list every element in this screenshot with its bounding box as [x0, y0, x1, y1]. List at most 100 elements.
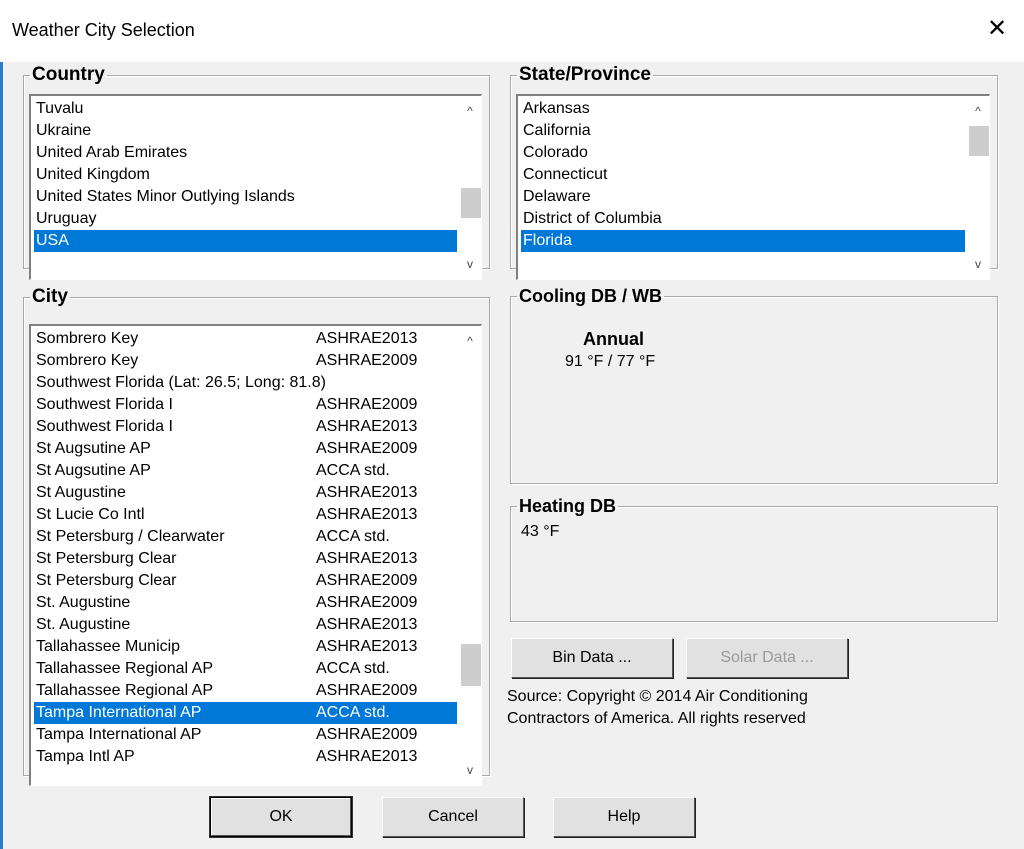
cooling-annual-heading: Annual — [583, 329, 644, 349]
city-name: St Petersburg / Clearwater — [36, 528, 225, 545]
state-scrollbar[interactable]: ^ v — [967, 96, 989, 279]
city-list-item[interactable]: Sombrero Key ASHRAE2013 — [34, 328, 457, 350]
window-edge — [0, 62, 3, 849]
heating-value: 43 °F — [521, 523, 560, 540]
bin-data-button[interactable]: Bin Data ... — [511, 638, 673, 678]
city-name: Tampa International AP — [36, 726, 202, 743]
heating-legend: Heating DB — [519, 496, 617, 516]
city-list-item[interactable]: St Augsutine AP ACCA std. — [34, 460, 457, 482]
city-list-item[interactable]: St Petersburg Clear ASHRAE2013 — [34, 548, 457, 570]
city-name: St Augsutine AP — [36, 440, 151, 457]
scroll-up-icon[interactable]: ^ — [459, 100, 481, 122]
state-scroll-thumb[interactable] — [969, 126, 989, 156]
city-name: St Augsutine AP — [36, 462, 151, 479]
city-list-item[interactable]: St. Augustine ASHRAE2009 — [34, 592, 457, 614]
city-name: Sombrero Key — [36, 330, 139, 347]
city-list-item[interactable]: Tallahassee Regional AP ASHRAE2009 — [34, 680, 457, 702]
city-data-source: ACCA std. — [316, 462, 390, 479]
city-data-source: ASHRAE2009 — [316, 572, 418, 589]
state-legend: State/Province — [519, 64, 651, 85]
state-list-item[interactable]: Florida — [521, 230, 965, 252]
city-name: St. Augustine — [36, 616, 131, 633]
city-data-source: ACCA std. — [316, 660, 390, 677]
city-list-item[interactable]: Southwest Florida I ASHRAE2013 — [34, 416, 457, 438]
city-scroll-thumb[interactable] — [461, 644, 481, 686]
scroll-down-icon[interactable]: v — [967, 253, 989, 275]
cooling-value: 91 °F / 77 °F — [565, 353, 656, 370]
city-data-source: ASHRAE2009 — [316, 682, 418, 699]
city-name: St. Augustine — [36, 594, 131, 611]
city-name: Tallahassee Regional AP — [36, 660, 214, 677]
city-data-source: ASHRAE2013 — [316, 330, 418, 347]
state-list-item[interactable]: California — [521, 120, 965, 142]
country-list-item[interactable]: United Kingdom — [34, 164, 457, 186]
country-legend: Country — [32, 64, 105, 85]
city-name: Tallahassee Regional AP — [36, 682, 214, 699]
city-name: St Lucie Co Intl — [36, 506, 145, 523]
city-name: Southwest Florida I — [36, 396, 173, 413]
help-button[interactable]: Help — [553, 797, 695, 837]
city-scrollbar[interactable]: ^ v — [459, 326, 481, 785]
country-list-item[interactable]: Ukraine — [34, 120, 457, 142]
city-list-item[interactable]: Sombrero Key ASHRAE2009 — [34, 350, 457, 372]
close-icon[interactable]: ✕ — [982, 14, 1012, 44]
scroll-down-icon[interactable]: v — [459, 759, 481, 781]
scroll-up-icon[interactable]: ^ — [967, 100, 989, 122]
city-name: Southwest Florida (Lat: 26.5; Long: 81.8… — [36, 374, 326, 391]
city-name: Tampa Intl AP — [36, 748, 135, 765]
city-data-source: ASHRAE2009 — [316, 594, 418, 611]
city-list-item[interactable]: St Petersburg Clear ASHRAE2009 — [34, 570, 457, 592]
window-title: Weather City Selection — [12, 20, 195, 40]
state-list-item[interactable]: Delaware — [521, 186, 965, 208]
city-name: Tallahassee Municip — [36, 638, 181, 655]
city-data-source: ASHRAE2009 — [316, 352, 418, 369]
city-list-item[interactable]: St Augsutine AP ASHRAE2009 — [34, 438, 457, 460]
cooling-group: Cooling DB / WB Annual 91 °F / 77 °F — [510, 286, 998, 484]
city-data-source: ASHRAE2009 — [316, 440, 418, 457]
solar-data-button[interactable]: Solar Data ... — [686, 638, 848, 678]
state-listbox[interactable]: Arkansas California Colorado Connecticut Del… — [516, 94, 990, 280]
city-legend: City — [32, 286, 68, 307]
ok-button[interactable]: OK — [210, 797, 352, 837]
city-data-source: ASHRAE2013 — [316, 616, 418, 633]
country-list-item[interactable]: Uruguay — [34, 208, 457, 230]
city-name: Tampa International AP — [36, 704, 202, 721]
city-list-item[interactable]: Tampa International AP ACCA std. — [34, 702, 457, 724]
scroll-up-icon[interactable]: ^ — [459, 330, 481, 352]
city-list-item[interactable]: St Augustine ASHRAE2013 — [34, 482, 457, 504]
city-list-item[interactable]: Tampa International AP ASHRAE2009 — [34, 724, 457, 746]
city-data-source: ASHRAE2009 — [316, 396, 418, 413]
state-list-item[interactable]: Colorado — [521, 142, 965, 164]
city-name: Sombrero Key — [36, 352, 139, 369]
city-data-source: ASHRAE2013 — [316, 748, 418, 765]
city-list-item[interactable]: Tallahassee Regional AP ACCA std. — [34, 658, 457, 680]
country-list-item[interactable]: United States Minor Outlying Islands — [34, 186, 457, 208]
city-list-item[interactable]: St Lucie Co Intl ASHRAE2013 — [34, 504, 457, 526]
state-list-item[interactable]: Arkansas — [521, 98, 965, 120]
cancel-button[interactable]: Cancel — [382, 797, 524, 837]
country-list-item[interactable]: United Arab Emirates — [34, 142, 457, 164]
city-list-item[interactable]: St Petersburg / Clearwater ACCA std. — [34, 526, 457, 548]
country-list-item[interactable]: USA — [34, 230, 457, 252]
city-listbox[interactable]: Sombrero Key ASHRAE2013 Sombrero Key ASHRAE… — [29, 324, 482, 786]
title-bar: Weather City Selection ✕ — [0, 0, 1024, 62]
city-name: Southwest Florida I — [36, 418, 173, 435]
city-list-item[interactable]: Southwest Florida (Lat: 26.5; Long: 81.8… — [34, 372, 457, 394]
state-list-item[interactable]: District of Columbia — [521, 208, 965, 230]
city-list-item[interactable]: Southwest Florida I ASHRAE2009 — [34, 394, 457, 416]
country-listbox[interactable]: Tuvalu Ukraine United Arab Emirates United … — [29, 94, 482, 280]
city-list-item[interactable]: St. Augustine ASHRAE2013 — [34, 614, 457, 636]
city-name: St Petersburg Clear — [36, 550, 177, 567]
country-scroll-thumb[interactable] — [461, 188, 481, 218]
city-data-source: ACCA std. — [316, 704, 390, 721]
city-list-item[interactable]: Tampa Intl AP ASHRAE2013 — [34, 746, 457, 768]
scroll-down-icon[interactable]: v — [459, 253, 481, 275]
city-list-item[interactable]: Tallahassee Municip ASHRAE2013 — [34, 636, 457, 658]
city-data-source: ASHRAE2009 — [316, 726, 418, 743]
country-list-item[interactable]: Tuvalu — [34, 98, 457, 120]
cooling-legend: Cooling DB / WB — [519, 286, 662, 306]
city-name: St Petersburg Clear — [36, 572, 177, 589]
country-scrollbar[interactable]: ^ v — [459, 96, 481, 279]
source-copyright: Source: Copyright © 2014 Air Conditionin… — [507, 688, 808, 727]
state-list-item[interactable]: Connecticut — [521, 164, 965, 186]
